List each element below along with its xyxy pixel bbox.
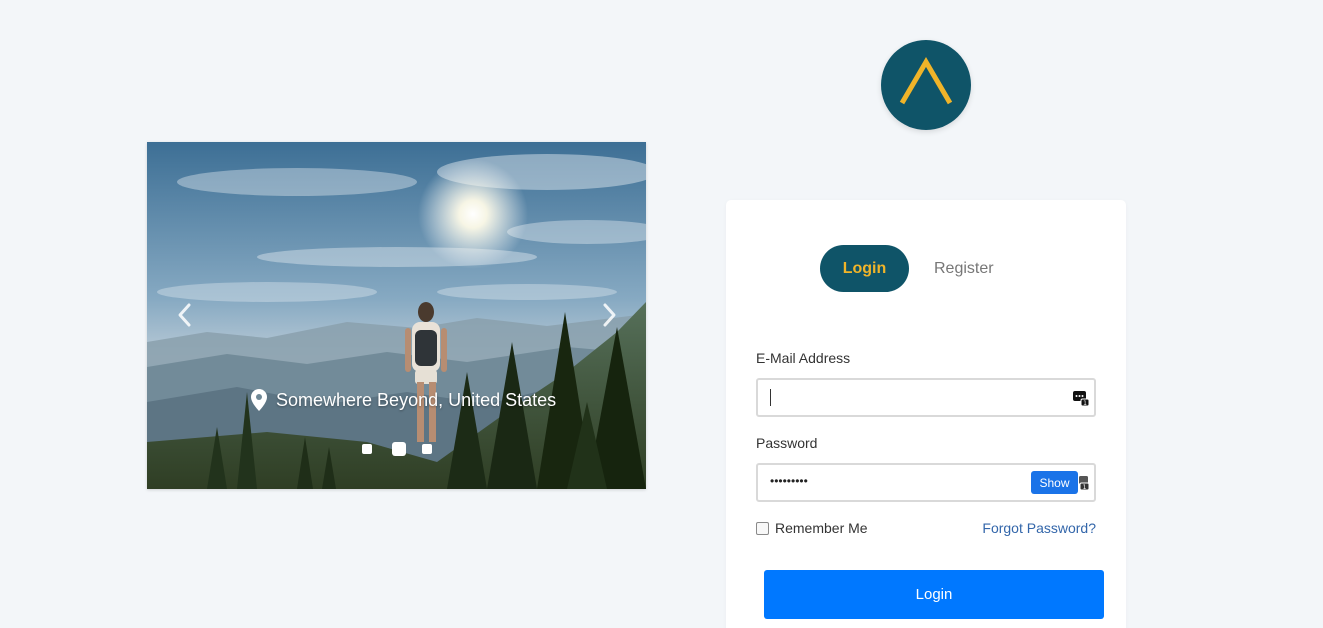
password-manager-icon[interactable]: 1 xyxy=(1072,389,1090,407)
remember-me[interactable]: Remember Me xyxy=(756,520,868,536)
login-submit-button[interactable]: Login xyxy=(764,570,1104,619)
email-label: E-Mail Address xyxy=(756,350,851,366)
svg-text:1: 1 xyxy=(1083,484,1087,491)
remember-me-label: Remember Me xyxy=(775,520,868,536)
chevron-right-icon xyxy=(603,303,616,327)
tab-login[interactable]: Login xyxy=(820,245,909,292)
carousel-caption: Somewhere Beyond, United States xyxy=(251,387,556,413)
password-label: Password xyxy=(756,435,818,451)
remember-me-checkbox[interactable] xyxy=(756,521,769,535)
carousel-indicator-1[interactable] xyxy=(362,444,372,454)
email-field[interactable]: 1 xyxy=(756,378,1096,417)
password-field[interactable]: ••••••••• Show 1 xyxy=(756,463,1096,502)
carousel-slide-image xyxy=(147,142,646,489)
carousel-prev-button[interactable] xyxy=(173,300,197,330)
carousel-indicator-2[interactable] xyxy=(392,442,406,456)
carousel-indicators xyxy=(362,442,452,456)
carousel-caption-text: Somewhere Beyond, United States xyxy=(276,389,557,410)
brand-logo xyxy=(881,40,971,130)
carousel-next-button[interactable] xyxy=(597,300,621,330)
chevron-up-logo-icon xyxy=(899,57,953,105)
text-cursor xyxy=(770,389,771,406)
tab-register[interactable]: Register xyxy=(934,245,994,292)
carousel-indicator-3[interactable] xyxy=(422,444,432,454)
password-value: ••••••••• xyxy=(770,474,808,488)
auth-card: Login Register E-Mail Address 1 Password… xyxy=(726,200,1126,628)
login-page: Somewhere Beyond, United States Login Re… xyxy=(0,0,1323,628)
svg-text:1: 1 xyxy=(1083,400,1087,407)
chevron-left-icon xyxy=(178,303,191,327)
image-carousel: Somewhere Beyond, United States xyxy=(147,142,646,489)
map-pin-icon xyxy=(251,389,267,411)
show-password-button[interactable]: Show xyxy=(1031,471,1078,494)
forgot-password-link[interactable]: Forgot Password? xyxy=(982,520,1096,536)
password-manager-icon[interactable]: 1 xyxy=(1078,474,1090,492)
